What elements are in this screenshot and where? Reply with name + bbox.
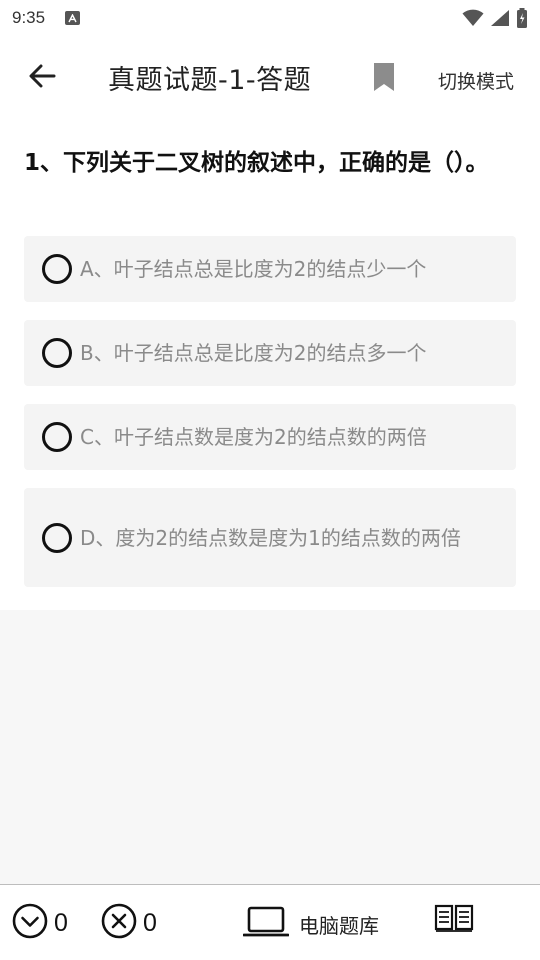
pc-question-bank-button[interactable]: 电脑题库 — [242, 906, 379, 942]
option-label: C、叶子结点数是度为2的结点数的两倍 — [80, 425, 427, 449]
option-c[interactable]: C、叶子结点数是度为2的结点数的两倍 — [24, 404, 516, 470]
arrow-left-icon — [28, 64, 56, 92]
option-b[interactable]: B、叶子结点总是比度为2的结点多一个 — [24, 320, 516, 386]
correct-count: 0 — [54, 908, 68, 937]
battery-icon — [516, 8, 528, 28]
option-label: B、叶子结点总是比度为2的结点多一个 — [80, 341, 427, 365]
book-icon — [434, 903, 474, 937]
app-bar: 真题试题-1-答题 切换模式 — [0, 36, 540, 120]
bookmark-button[interactable] — [370, 62, 398, 96]
switch-mode-button[interactable]: 切换模式 — [438, 67, 514, 94]
question-list-button[interactable] — [434, 903, 474, 937]
wrong-count: 0 — [143, 908, 157, 937]
check-circle-icon — [12, 903, 48, 943]
radio-icon — [42, 522, 72, 553]
wifi-icon — [462, 9, 484, 27]
radio-icon — [42, 422, 72, 452]
a-notification-icon — [65, 11, 81, 25]
laptop-icon — [242, 906, 290, 942]
option-label: A、叶子结点总是比度为2的结点少一个 — [80, 257, 427, 281]
radio-icon — [42, 338, 72, 368]
wrong-count-button[interactable]: 0 — [101, 903, 157, 943]
status-bar: 9:35 — [0, 0, 540, 36]
question-text: 1、下列关于二叉树的叙述中，正确的是（）。 — [24, 150, 489, 176]
bottom-bar: 0 0 电脑题库 — [0, 884, 540, 960]
signal-icon — [490, 9, 510, 27]
option-a[interactable]: A、叶子结点总是比度为2的结点少一个 — [24, 236, 516, 302]
pc-question-bank-label: 电脑题库 — [299, 913, 379, 938]
back-button[interactable] — [22, 60, 62, 96]
x-circle-icon — [101, 903, 137, 943]
page-title: 真题试题-1-答题 — [108, 65, 312, 96]
bookmark-icon — [372, 62, 396, 96]
option-d[interactable]: D、度为2的结点数是度为1的结点数的两倍 — [24, 488, 516, 587]
correct-count-button[interactable]: 0 — [12, 903, 68, 943]
option-label: D、度为2的结点数是度为1的结点数的两倍 — [80, 525, 461, 550]
question-card: 1、下列关于二叉树的叙述中，正确的是（）。 A、叶子结点总是比度为2的结点少一个… — [0, 120, 540, 610]
status-time: 9:35 — [12, 8, 46, 27]
radio-icon — [42, 254, 72, 284]
